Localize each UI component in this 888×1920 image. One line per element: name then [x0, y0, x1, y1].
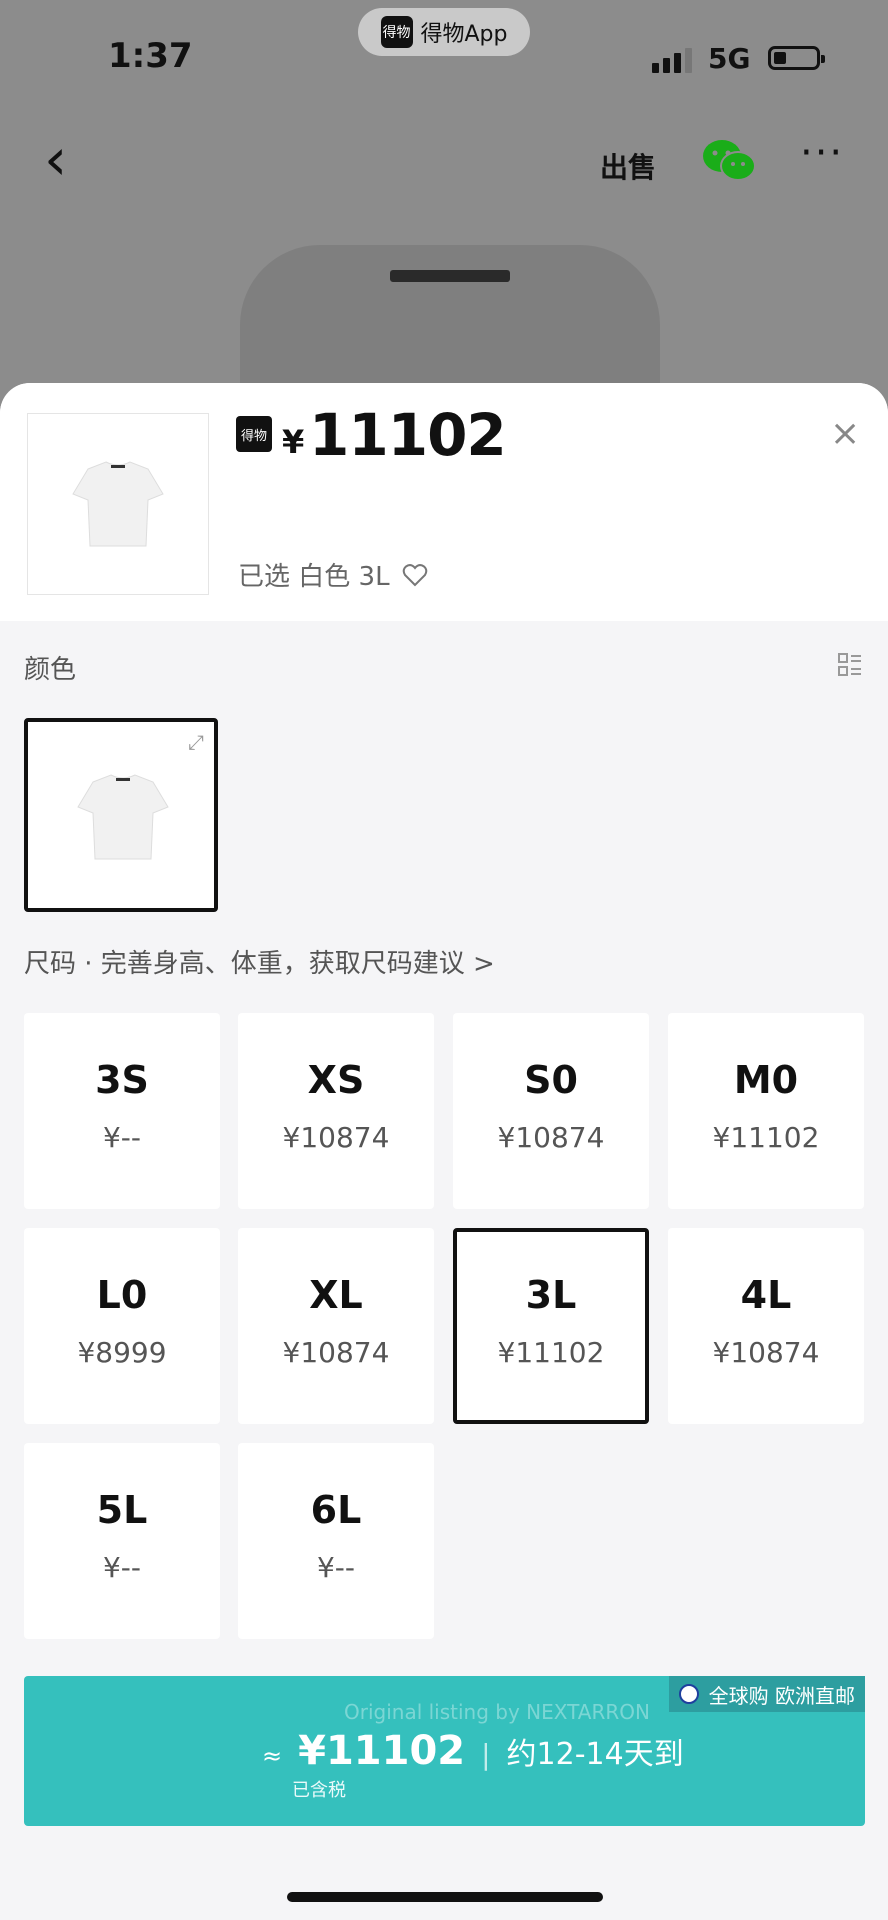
currency-symbol: ¥ [282, 423, 305, 461]
app-name: 得物App [420, 22, 508, 47]
size-section-label[interactable]: 尺码 · 完善身高、体重，获取尺码建议 > [24, 943, 495, 980]
home-indicator[interactable] [287, 1892, 603, 1902]
watermark-text: Original listing by NEXTARRON [344, 1700, 650, 1724]
size-option-3s[interactable]: 3S ¥-- [24, 1013, 220, 1209]
buy-button[interactable]: 全球购 欧洲直邮 Original listing by NEXTARRON ≈… [24, 1676, 865, 1826]
size-option-4l[interactable]: 4L ¥10874 [668, 1228, 864, 1424]
dewu-logo-icon: 得物 [380, 16, 413, 48]
dewu-logo-icon: 得物 [236, 416, 272, 452]
size-price: ¥11102 [712, 1121, 820, 1154]
buy-price: ¥11102 [298, 1728, 466, 1774]
signal-icon [652, 48, 692, 73]
grid-view-icon[interactable] [838, 653, 862, 677]
size-name: 6L [310, 1488, 362, 1532]
separator: | [481, 1738, 491, 1771]
network-type: 5G [708, 42, 751, 75]
size-price: ¥10874 [282, 1121, 390, 1154]
expand-icon[interactable]: ⤢ [188, 730, 204, 754]
app-indicator-pill: 得物 得物App [358, 8, 530, 56]
size-option-3l-selected[interactable]: 3L ¥11102 [453, 1228, 649, 1424]
size-price: ¥-- [102, 1551, 142, 1584]
size-price: ¥10874 [712, 1336, 820, 1369]
size-option-6l[interactable]: 6L ¥-- [238, 1443, 434, 1639]
product-thumbnail [27, 413, 209, 595]
approx-sign: ≈ [262, 1742, 283, 1770]
back-icon[interactable]: ‹ [44, 130, 67, 188]
global-shipping-badge: 全球购 欧洲直邮 [668, 1676, 865, 1712]
close-icon[interactable]: × [830, 413, 860, 454]
size-name: S0 [524, 1058, 578, 1102]
status-time: 1:37 [108, 36, 193, 76]
size-selection-sheet: 得物 ¥ 11102 × 已选 白色 3L 颜色 ⤢ 尺码 · 完善身高、体重，… [0, 383, 888, 1920]
size-name: XL [309, 1273, 363, 1317]
sheet-header: 得物 ¥ 11102 × 已选 白色 3L [0, 383, 888, 621]
size-option-5l[interactable]: 5L ¥-- [24, 1443, 220, 1639]
status-bar: 1:37 得物 得物App 5G [0, 0, 888, 110]
battery-icon [768, 46, 825, 70]
color-option-white[interactable]: ⤢ [24, 718, 218, 912]
size-name: 3L [525, 1273, 577, 1317]
sell-button[interactable]: 出售 [600, 146, 656, 186]
size-option-m0[interactable]: M0 ¥11102 [668, 1013, 864, 1209]
size-price: ¥8999 [77, 1336, 167, 1369]
size-price: ¥-- [102, 1121, 142, 1154]
size-name: L0 [96, 1273, 148, 1317]
size-option-s0[interactable]: S0 ¥10874 [453, 1013, 649, 1209]
size-name: XS [307, 1058, 365, 1102]
product-price: 11102 [309, 401, 507, 469]
selected-variant: 已选 白色 3L [238, 556, 428, 593]
top-navigation: ‹ 出售 ··· [0, 110, 888, 200]
size-option-l0[interactable]: L0 ¥8999 [24, 1228, 220, 1424]
size-option-xs[interactable]: XS ¥10874 [238, 1013, 434, 1209]
size-name: 5L [96, 1488, 148, 1532]
more-options-button[interactable]: ··· [800, 130, 844, 176]
size-price: ¥11102 [497, 1336, 605, 1369]
globe-icon [678, 1684, 699, 1704]
tax-included-label: 已含税 [292, 1780, 346, 1801]
heart-icon[interactable] [402, 563, 428, 587]
delivery-time: 约12-14天到 [506, 1737, 684, 1772]
wechat-icon[interactable] [700, 136, 758, 186]
size-option-xl[interactable]: XL ¥10874 [238, 1228, 434, 1424]
size-price: ¥-- [316, 1551, 356, 1584]
selected-text: 已选 白色 3L [238, 562, 390, 592]
size-name: M0 [733, 1058, 799, 1102]
buy-summary: ≈ ¥11102 | 约12-14天到 [262, 1728, 684, 1774]
size-price: ¥10874 [282, 1336, 390, 1369]
color-section-label: 颜色 [24, 655, 77, 685]
size-name: 3S [95, 1058, 149, 1102]
size-name: 4L [740, 1273, 792, 1317]
size-price: ¥10874 [497, 1121, 605, 1154]
